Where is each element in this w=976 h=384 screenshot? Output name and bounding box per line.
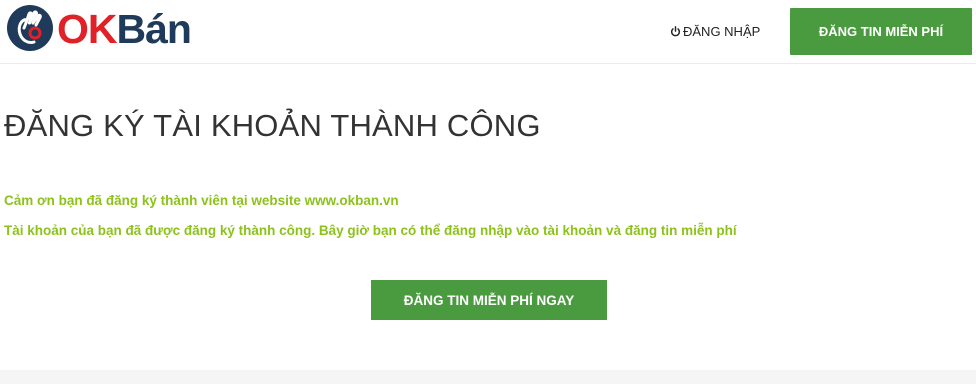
logo-wordmark-ban: Bán: [116, 5, 192, 52]
page-title: ĐĂNG KÝ TÀI KHOẢN THÀNH CÔNG: [4, 108, 541, 143]
header: OKBán ĐĂNG NHẬP ĐĂNG TIN MIỄN PHÍ: [0, 0, 976, 64]
post-free-now-button[interactable]: ĐĂNG TIN MIỄN PHÍ NGAY: [371, 280, 607, 320]
footer-strip: [0, 370, 976, 384]
logo-wordmark: OKBán: [57, 5, 192, 52]
ok-hand-gesture-icon: [7, 5, 53, 51]
login-link[interactable]: ĐĂNG NHẬP: [670, 24, 760, 39]
thanks-message: Cảm ơn bạn đã đăng ký thành viên tại web…: [4, 193, 399, 208]
logo-wordmark-ok: OK: [57, 5, 117, 52]
page: OKBán ĐĂNG NHẬP ĐĂNG TIN MIỄN PHÍ ĐĂNG K…: [0, 0, 976, 384]
power-icon: [670, 26, 681, 37]
login-label: ĐĂNG NHẬP: [683, 24, 761, 39]
success-message: Tài khoản của bạn đã được đăng ký thành …: [4, 223, 737, 238]
site-logo[interactable]: OKBán: [6, 3, 192, 53]
post-free-button[interactable]: ĐĂNG TIN MIỄN PHÍ: [790, 8, 972, 55]
